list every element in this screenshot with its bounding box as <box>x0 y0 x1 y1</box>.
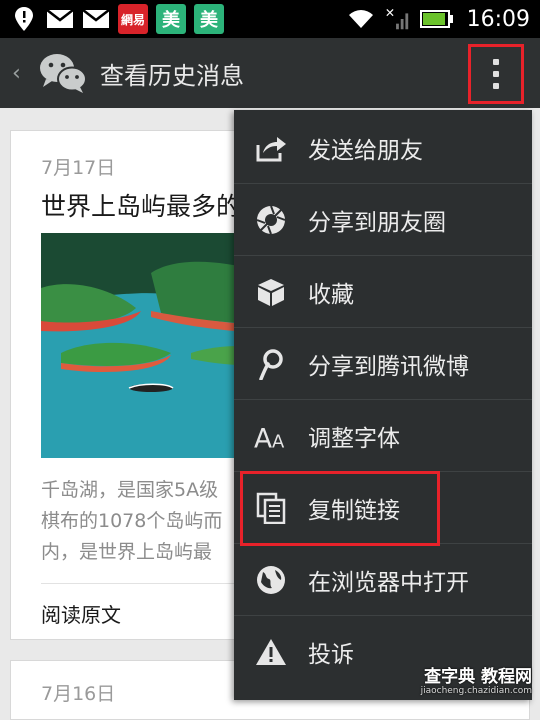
clock: 16:09 <box>466 6 530 32</box>
watermark-url: jiaocheng.chazidian.com <box>420 686 532 696</box>
menu-item-label: 收藏 <box>308 281 354 308</box>
read-original-link[interactable]: 阅读原文 <box>41 599 121 628</box>
page-title: 查看历史消息 <box>100 61 244 90</box>
netease-badge: 網易 <box>118 4 148 34</box>
meituan-badge: 美 <box>156 4 186 34</box>
signal-no-service-icon: ✕ <box>383 6 411 32</box>
description-line: 棋布的1078个岛屿而 <box>41 510 223 532</box>
warning-icon <box>254 635 288 669</box>
article-date: 7月16日 <box>41 683 116 705</box>
menu-item-send-to-friend[interactable]: 发送给朋友 <box>234 112 532 184</box>
action-bar: ‹ 查看历史消息 <box>0 38 540 108</box>
menu-item-label: 发送给朋友 <box>308 137 423 164</box>
copy-icon <box>254 491 288 525</box>
description-line: 内，是世界上岛屿最 <box>41 541 213 563</box>
status-bar-left: 網易 美 美 <box>10 4 224 34</box>
site-watermark: 查字典 教程网 jiaocheng.chazidian.com <box>420 667 532 698</box>
mail-icon <box>46 6 74 32</box>
article-description: 千岛湖，是国家5A级 棋布的1078个岛屿而 内，是世界上岛屿最 <box>41 475 241 568</box>
status-bar: 網易 美 美 ✕ 16:09 <box>0 0 540 38</box>
location-alert-icon <box>10 6 38 32</box>
menu-item-share-moments[interactable]: 分享到朋友圈 <box>234 184 532 256</box>
mail-icon-2 <box>82 6 110 32</box>
menu-item-label: 投诉 <box>308 642 354 668</box>
article-date: 7月17日 <box>41 157 116 179</box>
dot-icon <box>493 59 499 65</box>
svg-text:A: A <box>272 431 285 450</box>
menu-item-share-tencent-weibo[interactable]: 分享到腾讯微博 <box>234 328 532 400</box>
description-line: 千岛湖，是国家5A级 <box>41 479 219 501</box>
overflow-menu-button[interactable] <box>468 44 524 104</box>
svg-text:✕: ✕ <box>384 6 394 20</box>
dot-icon <box>493 83 499 89</box>
dot-icon <box>493 71 499 77</box>
wechat-logo-icon[interactable] <box>38 51 88 95</box>
meituan-badge-2: 美 <box>194 4 224 34</box>
menu-item-label: 在浏览器中打开 <box>308 569 469 596</box>
menu-item-label: 调整字体 <box>308 425 400 452</box>
battery-icon <box>419 6 455 32</box>
overflow-menu: 发送给朋友 分享到朋友圈 收藏 分享到腾讯微博 AA 调整字体 复制链接 在浏览… <box>234 110 532 700</box>
menu-item-adjust-font[interactable]: AA 调整字体 <box>234 400 532 472</box>
chevron-left-icon[interactable]: ‹ <box>12 61 26 86</box>
tencent-weibo-icon <box>254 347 288 381</box>
svg-text:A: A <box>254 423 272 450</box>
status-bar-right: ✕ 16:09 <box>347 6 530 32</box>
menu-item-label: 分享到朋友圈 <box>308 209 446 236</box>
menu-item-open-in-browser[interactable]: 在浏览器中打开 <box>234 544 532 616</box>
menu-item-label: 复制链接 <box>308 497 400 524</box>
share-forward-icon <box>254 131 288 165</box>
menu-item-favorite[interactable]: 收藏 <box>234 256 532 328</box>
cube-icon <box>254 275 288 309</box>
globe-icon <box>254 563 288 597</box>
watermark-text: 查字典 教程网 <box>424 667 532 687</box>
article-title[interactable]: 世界上岛屿最多的 <box>41 187 241 223</box>
wifi-icon <box>347 6 375 32</box>
font-size-icon: AA <box>254 419 288 453</box>
camera-aperture-icon <box>254 203 288 237</box>
menu-item-copy-link[interactable]: 复制链接 <box>234 472 532 544</box>
menu-item-label: 分享到腾讯微博 <box>308 353 469 380</box>
